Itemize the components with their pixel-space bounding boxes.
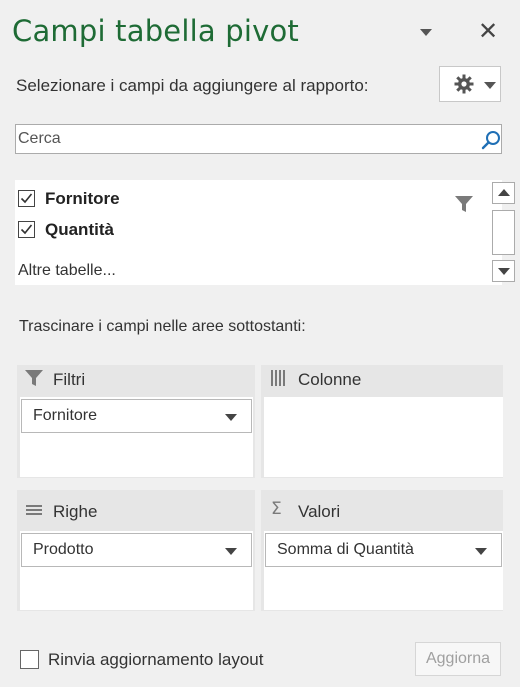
defer-layout-label: Rinvia aggiornamento layout: [48, 650, 264, 669]
rows-icon: [26, 505, 42, 515]
search-icon[interactable]: [480, 129, 502, 151]
columns-area-title: Colonne: [298, 370, 362, 389]
pill-label: Fornitore: [33, 407, 98, 424]
pill-label: Prodotto: [33, 541, 94, 558]
checkmark-icon: [20, 193, 33, 204]
row-pill-prodotto[interactable]: Prodotto: [21, 533, 252, 567]
value-pill-somma-quantita[interactable]: Somma di Quantità: [265, 533, 502, 567]
pane-title: Campi tabella pivot: [12, 14, 299, 48]
pill-label: Somma di Quantità: [277, 541, 414, 558]
sigma-icon: Σ: [271, 499, 282, 519]
checkmark-icon: [20, 224, 33, 235]
update-button[interactable]: Aggiorna: [415, 642, 501, 676]
rows-drop-zone[interactable]: Prodotto: [20, 531, 253, 610]
pivot-fields-pane: Campi tabella pivot ✕ Selezionare i camp…: [0, 0, 520, 687]
defer-layout-checkbox[interactable]: [20, 650, 39, 669]
field-list: Fornitore Quantità Altre tabelle...: [15, 180, 515, 285]
columns-drop-zone[interactable]: [264, 397, 503, 477]
field-label: Fornitore: [45, 189, 120, 208]
search-box: [15, 124, 502, 154]
chevron-down-icon: [475, 548, 487, 555]
filter-icon[interactable]: [455, 195, 473, 213]
chevron-down-icon: [498, 268, 510, 275]
choose-fields-label: Selezionare i campi da aggiungere al rap…: [16, 76, 369, 95]
filters-drop-zone[interactable]: Fornitore: [20, 397, 253, 477]
scroll-down-button[interactable]: [492, 260, 515, 282]
values-drop-zone[interactable]: Somma di Quantità: [264, 531, 503, 610]
scroll-up-button[interactable]: [492, 182, 515, 204]
rows-area-title: Righe: [53, 502, 98, 521]
chevron-up-icon: [498, 189, 510, 196]
field-item-fornitore[interactable]: Fornitore: [15, 187, 475, 213]
drag-hint-label: Trascinare i campi nelle aree sottostant…: [19, 318, 306, 335]
filters-area-title: Filtri: [53, 370, 86, 389]
close-icon[interactable]: ✕: [476, 18, 500, 44]
search-input[interactable]: [16, 125, 473, 153]
chevron-down-icon: [225, 414, 237, 421]
filter-icon: [25, 370, 43, 386]
chevron-down-icon: [225, 548, 237, 555]
scroll-thumb[interactable]: [492, 210, 515, 255]
columns-area: Colonne: [261, 365, 503, 478]
filter-pill-fornitore[interactable]: Fornitore: [21, 399, 252, 433]
pane-options-dropdown[interactable]: [416, 26, 436, 40]
values-area-title: Valori: [298, 502, 341, 521]
columns-icon: [271, 370, 285, 386]
field-checkbox[interactable]: [18, 190, 35, 207]
more-tables-link[interactable]: Altre tabelle...: [18, 262, 116, 280]
field-checkbox[interactable]: [18, 221, 35, 238]
filters-area: Filtri Fornitore: [17, 365, 255, 478]
tools-button[interactable]: [439, 66, 501, 102]
gear-icon: [454, 74, 474, 94]
field-list-scrollbar[interactable]: [491, 180, 516, 285]
field-label: Quantità: [45, 220, 114, 239]
field-item-quantita[interactable]: Quantità: [15, 218, 475, 244]
chevron-down-icon: [484, 82, 496, 89]
rows-area: Righe Prodotto: [17, 490, 255, 611]
values-area: Σ Valori Somma di Quantità: [261, 490, 503, 611]
